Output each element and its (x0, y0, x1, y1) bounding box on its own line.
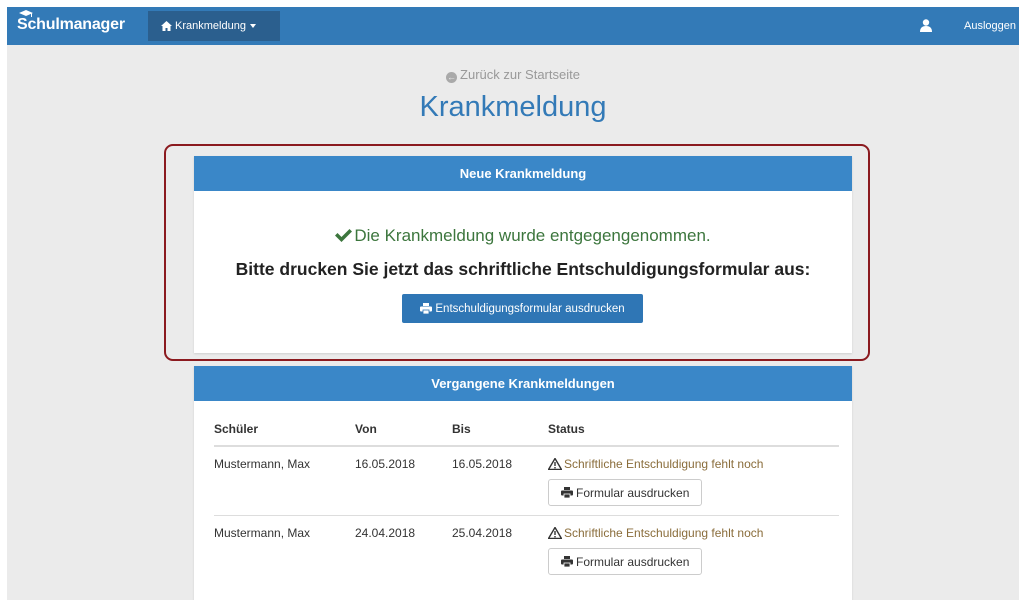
column-header-schueler: Schüler (214, 413, 355, 447)
success-text: Die Krankmeldung wurde entgegengenommen. (354, 226, 711, 245)
student-last-name: Mustermann (214, 526, 281, 540)
print-row-form-button[interactable]: Formular ausdrucken (548, 479, 703, 506)
back-link-label: Zurück zur Startseite (460, 67, 580, 82)
nav-menu-label: Krankmeldung (175, 20, 246, 32)
logout-link[interactable]: Ausloggen (964, 7, 1016, 45)
table-row: Mustermann, Max 24.04.2018 25.04.2018 Sc… (214, 516, 839, 585)
caret-down-icon (249, 24, 256, 28)
date-to: 25.04.2018 (452, 526, 513, 540)
date-from: 24.04.2018 (355, 526, 416, 540)
brand-logo[interactable]: Schulmanager (17, 10, 125, 37)
date-to: 16.05.2018 (452, 446, 548, 516)
page: Schulmanager Krankmeldung Ausloggen ← Zur… (7, 7, 1019, 600)
column-header-bis: Bis (452, 413, 548, 447)
print-instruction: Bitte drucken Sie jetzt das schriftliche… (235, 259, 811, 279)
status-text: Schriftliche Entschuldigung fehlt noch (564, 457, 764, 471)
home-icon (161, 21, 172, 31)
warning-icon (548, 458, 562, 470)
printer-icon (561, 556, 573, 567)
print-row-button-label: Formular ausdrucken (576, 485, 690, 500)
past-sick-notes-table: Schüler Von Bis Status Mustermann, Max 1… (214, 413, 839, 584)
status-text: Schriftliche Entschuldigung fehlt noch (564, 526, 764, 540)
arrow-left-circle-icon: ← (446, 72, 458, 83)
status-warning: Schriftliche Entschuldigung fehlt noch (548, 457, 839, 471)
date-from: 16.05.2018 (355, 446, 452, 516)
back-to-start-link[interactable]: ← Zurück zur Startseite (7, 67, 1019, 83)
brand-name: Schulmanager (17, 16, 125, 33)
nav-dropdown-krankmeldung[interactable]: Krankmeldung (148, 11, 280, 41)
status-warning: Schriftliche Entschuldigung fehlt noch (548, 526, 839, 540)
print-button-label: Entschuldigungsformular ausdrucken (435, 302, 625, 315)
print-row-button-label: Formular ausdrucken (576, 554, 690, 569)
new-sick-note-panel: Neue Krankmeldung Die Krankmeldung wurde… (194, 156, 852, 353)
past-sick-notes-panel: Vergangene Krankmeldungen Schüler Von Bi… (194, 366, 852, 600)
status-cell: Schriftliche Entschuldigung fehlt noch F… (548, 516, 839, 585)
student-first-name: , Max (280, 457, 311, 471)
table-header-row: Schüler Von Bis Status (214, 413, 839, 447)
page-title: Krankmeldung (419, 91, 607, 123)
panel-heading: Neue Krankmeldung (194, 156, 852, 191)
warning-icon (548, 527, 562, 539)
column-header-status: Status (548, 413, 839, 447)
checkmark-icon (335, 229, 353, 242)
print-form-button[interactable]: Entschuldigungsformular ausdrucken (402, 294, 643, 323)
panel-heading: Vergangene Krankmeldungen (194, 366, 852, 401)
student-first-name: , Max (280, 526, 311, 540)
column-header-von: Von (355, 413, 452, 447)
status-cell: Schriftliche Entschuldigung fehlt noch F… (548, 446, 839, 516)
printer-icon (561, 487, 573, 498)
navbar: Schulmanager Krankmeldung Ausloggen (7, 7, 1019, 45)
print-row-form-button[interactable]: Formular ausdrucken (548, 548, 703, 575)
graduation-cap-icon (19, 10, 33, 17)
student-name: Mustermann, Max (214, 446, 355, 516)
student-name: Mustermann, Max (214, 516, 355, 585)
table-row: Mustermann, Max 16.05.2018 16.05.2018 Sc… (214, 446, 839, 516)
success-message: Die Krankmeldung wurde entgegengenommen. (194, 226, 852, 246)
student-last-name: Mustermann (214, 457, 281, 471)
printer-icon (420, 303, 433, 314)
user-icon[interactable] (920, 19, 932, 32)
